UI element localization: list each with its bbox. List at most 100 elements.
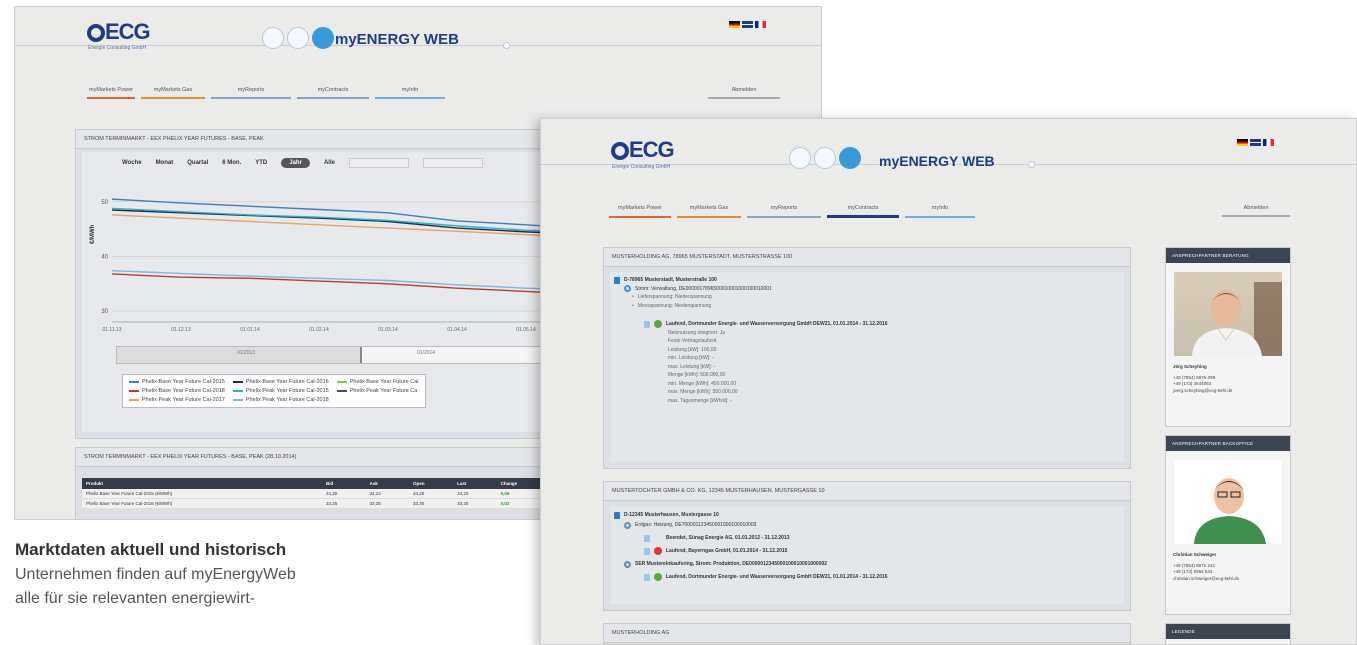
contact-photo	[1174, 460, 1282, 544]
flag-fr-icon[interactable]	[1263, 139, 1274, 146]
legend-card: LEGENDE	[1165, 623, 1291, 644]
caption-line: alle für sie relevanten energiewirt-	[15, 590, 256, 607]
col-bid[interactable]: Bid	[322, 478, 366, 489]
tab-mycontracts[interactable]: myContracts	[827, 205, 899, 218]
contract-row[interactable]: Laufend, Bayerngas GmbH, 01.01.2014 - 31…	[614, 546, 888, 556]
legend-item[interactable]: Phelix Peak Year Future Ca	[336, 388, 419, 394]
range-all[interactable]: Alle	[324, 160, 335, 166]
col-open[interactable]: Open	[409, 478, 454, 489]
cell-product: Phelix Base Year Future Cal-2015 (€/MWh)	[82, 489, 322, 499]
range-ytd[interactable]: YTD	[255, 160, 267, 166]
contract-doc-icon	[644, 547, 650, 555]
logout-button[interactable]: Abmelden	[708, 87, 780, 99]
col-ask[interactable]: Ask	[365, 478, 409, 489]
site-icon	[614, 276, 620, 284]
tab-mymarkets-power[interactable]: myMarkets Power	[609, 205, 671, 218]
table-row[interactable]: Phelix Base Year Future Cal-2015 (€/MWh)…	[82, 489, 552, 499]
cell-last: 34,20	[453, 489, 497, 499]
x-tick-label: 01.11.13	[102, 327, 121, 333]
chart-legend: Phelix Base Year Future Cal-2015 Phelix …	[122, 374, 426, 408]
contract-row[interactable]: Beendet, Sünag Energie AG, 01.01.2012 - …	[614, 533, 888, 543]
contract-row[interactable]: Laufend, Dortmunder Energie- und Wasserv…	[614, 320, 888, 329]
legend-item[interactable]: Phelix Base Year Future Cal-2016	[232, 379, 329, 385]
cell-open: 33,30	[409, 498, 454, 509]
legend-item[interactable]: Phelix Base Year Future Cal-2018	[129, 388, 225, 394]
range-6m[interactable]: 6 Mon.	[222, 160, 241, 166]
detail-line: min. Leistung [kW]: -	[668, 355, 714, 361]
tab-mycontracts[interactable]: myContracts	[297, 87, 369, 99]
contact-email-link[interactable]: joerg.scheyhing@ecg-kehl.de	[1173, 388, 1232, 395]
detail-line: Feste Vertragslaufzeit	[668, 338, 717, 344]
contract-details: Netznutzung integriert: Ja Feste Vertrag…	[614, 329, 888, 406]
detail-line: min. Menge [kWh]: 450.000,00	[668, 380, 737, 387]
range-quarter[interactable]: Quartal	[187, 160, 208, 166]
date-from-input[interactable]	[348, 158, 409, 168]
status-ok-icon	[654, 320, 662, 329]
contact-email-link[interactable]: christian.schweiger@ecg-kehl.de	[1173, 576, 1239, 583]
col-last[interactable]: Last	[453, 478, 497, 489]
legend-item[interactable]: Phelix Peak Year Future Cal-2017	[129, 397, 225, 403]
range-week[interactable]: Woche	[122, 160, 142, 166]
contract-group-panel: MUSTERTOCHTER GMBH & CO. KG, 12345 MUSTE…	[603, 481, 1131, 611]
contract-tree: D-12345 Musterhausen, Mustergasse 10 Erd…	[614, 510, 888, 582]
col-product[interactable]: Produkt	[82, 478, 322, 489]
legend-item[interactable]: Phelix Base Year Future Cal-2015	[129, 379, 225, 385]
tab-myreports[interactable]: myReports	[747, 205, 821, 218]
x-tick-label: 01.12.13	[171, 327, 191, 333]
detail-line: max. Tagesmenge [kWh/d]: -	[668, 397, 732, 404]
flag-de-icon[interactable]	[1237, 139, 1248, 146]
detail-line: Leistung [kW]: 100,00	[668, 346, 717, 353]
contract-doc-icon	[644, 320, 650, 328]
detail-line: max. Menge [kWh]: 550.000,00	[668, 389, 738, 395]
flag-de-icon[interactable]	[729, 21, 740, 28]
table-row[interactable]: Phelix Base Year Future Cal-2016 (€/MWh)…	[82, 498, 552, 509]
tab-myreports[interactable]: myReports	[211, 87, 291, 99]
flag-uk-icon[interactable]	[742, 21, 753, 28]
detail-line: max. Leistung [kW]: -	[668, 363, 715, 370]
flag-fr-icon[interactable]	[755, 21, 766, 28]
contracts-screenshot: ECG Energie Consulting GmbH myENERGY WEB…	[540, 118, 1357, 645]
detail-line: Netznutzung integriert: Ja	[668, 329, 725, 336]
contract-row[interactable]: Laufend, Dortmunder Energie- und Wasserv…	[614, 572, 888, 582]
main-nav: myMarkets Power myMarkets Gas myReports …	[87, 87, 451, 99]
tab-myinfo[interactable]: myInfo	[375, 87, 445, 99]
contact-name: Jörg Scheyhing	[1173, 364, 1207, 369]
app-name: myENERGY WEB	[335, 31, 459, 48]
x-tick-label: 01.03.14	[378, 327, 398, 333]
y-tick-label: 40	[101, 254, 108, 260]
legend-item[interactable]: Phelix Base Year Future Cal	[336, 379, 419, 385]
range-selector: Woche Monat Quartal 6 Mon. YTD Jahr Alle	[122, 158, 483, 168]
date-to-input[interactable]	[422, 158, 483, 168]
meter-icon	[624, 285, 631, 293]
site-row[interactable]: D-78965 Musterstadt, Musterstraße 100	[614, 276, 888, 285]
contract-tree: D-78965 Musterstadt, Musterstraße 100 St…	[614, 276, 888, 405]
flag-uk-icon[interactable]	[1250, 139, 1261, 146]
legend-item[interactable]: Phelix Peak Year Future Cal-2018	[232, 397, 329, 403]
brand-circles	[262, 27, 334, 49]
language-flags	[1237, 139, 1274, 146]
logout-button[interactable]: Abmelden	[1222, 205, 1290, 217]
range-month[interactable]: Monat	[156, 160, 174, 166]
legend-item[interactable]: Phelix Peak Year Future Cal-2015	[232, 388, 329, 394]
meter-row[interactable]: Erdgas: Heizung, DE700001123450001000100…	[614, 520, 888, 530]
contract-group-panel: MUSTERHOLDING AG	[603, 623, 1131, 644]
tab-mymarkets-power[interactable]: myMarkets Power	[87, 87, 135, 99]
tab-myinfo[interactable]: myInfo	[905, 205, 975, 218]
range-year[interactable]: Jahr	[281, 158, 310, 168]
tab-mymarkets-gas[interactable]: myMarkets Gas	[141, 87, 205, 99]
contract-doc-icon	[644, 534, 650, 542]
meter-row[interactable]: SER Musterelnkaufsring, Strom: Produktio…	[614, 559, 888, 569]
header-ring	[503, 42, 510, 49]
contact-card-backoffice: ANSPRECHPARTNER BACKOFFICE Christian Sch…	[1165, 435, 1291, 615]
tab-mymarkets-gas[interactable]: myMarkets Gas	[677, 205, 741, 218]
caption-line: Unternehmen finden auf myEnergyWeb	[15, 566, 296, 583]
ecg-logo[interactable]: ECG	[87, 19, 151, 45]
meter-row[interactable]: Strom: Verwaltung, DE0000017896500010001…	[614, 285, 888, 294]
meter-icon	[624, 521, 631, 529]
detail-line: Menge [kWh]: 500.000,00	[668, 372, 726, 378]
bullet-item: • Messspannung: Niederspannung	[632, 302, 712, 309]
ecg-logo[interactable]: ECG	[611, 137, 675, 163]
site-row[interactable]: D-12345 Musterhausen, Mustergasse 10	[614, 510, 888, 520]
caption-title: Marktdaten aktuell und historisch	[15, 540, 287, 559]
cell-bid: 34,20	[322, 489, 366, 499]
